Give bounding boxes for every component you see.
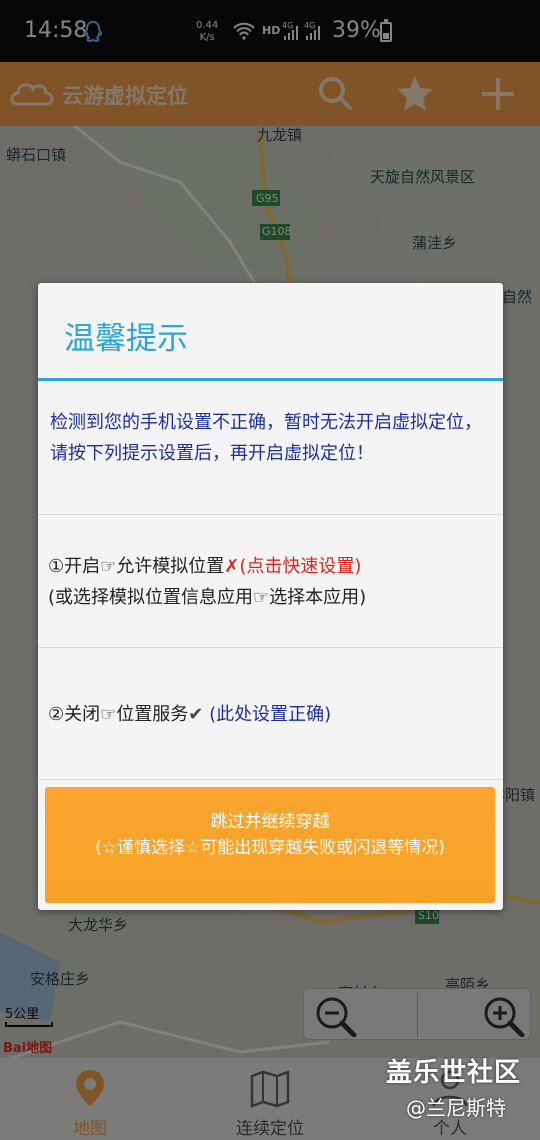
divider [38, 514, 503, 515]
divider [38, 647, 503, 648]
status-note: (此处设置正确) [209, 704, 332, 725]
dialog-message: 检测到您的手机设置不正确，暂时无法开启虚拟定位，请按下列提示设置后，再开启虚拟定… [50, 412, 482, 464]
skip-and-continue-button[interactable]: 跳过并继续穿越 (☆谨慎选择☆可能出现穿越失败或闪退等情况) [45, 787, 495, 903]
warning-dialog: 温馨提示 检测到您的手机设置不正确，暂时无法开启虚拟定位，请按下列提示设置后，再… [38, 283, 503, 910]
divider [38, 779, 503, 780]
setting-item-location-service: ②关闭☞位置服务✔ (此处设置正确) [48, 699, 498, 730]
check-icon: ✔ [188, 704, 204, 725]
setting-item-mock-location[interactable]: ①开启☞允许模拟位置✗(点击快速设置) (或选择模拟位置信息应用☞选择本应用) [48, 551, 498, 613]
item-text: ①开启☞允许模拟位置 [48, 556, 225, 577]
dialog-title: 温馨提示 [64, 321, 188, 357]
button-warning: (☆谨慎选择☆可能出现穿越失败或闪退等情况) [95, 838, 445, 858]
watermark-author: @兰尼斯特 [406, 1096, 506, 1120]
item-text: ②关闭☞位置服务 [48, 704, 189, 725]
quick-setup-link[interactable]: ✗(点击快速设置) [224, 556, 361, 577]
watermark-title: 盖乐世社区 [386, 1058, 522, 1088]
button-label: 跳过并继续穿越 [210, 812, 330, 832]
title-divider [38, 378, 503, 381]
item-subtext: (或选择模拟位置信息应用☞选择本应用) [48, 587, 367, 608]
